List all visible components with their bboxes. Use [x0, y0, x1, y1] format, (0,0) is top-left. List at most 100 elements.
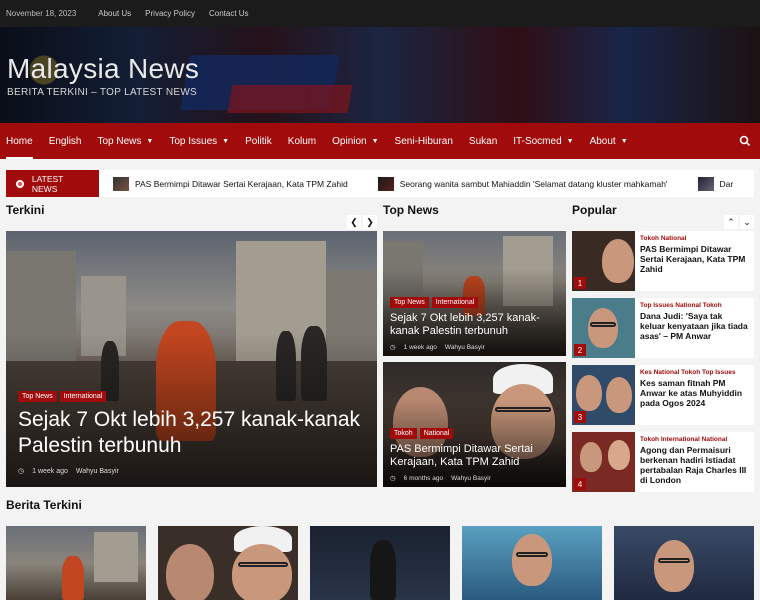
section-title: Top News: [383, 203, 439, 217]
photo-face: [588, 308, 618, 348]
chevron-down-icon[interactable]: ⌄: [740, 215, 754, 229]
nav-item-top-news[interactable]: Top News ▼: [98, 123, 154, 159]
popular-categories[interactable]: Kes National Tokoh Top Issues: [640, 369, 749, 376]
top-news-card[interactable]: Top News International Sejak 7 Okt lebih…: [383, 231, 566, 356]
berita-terkini-row: [6, 526, 760, 600]
post-time: 1 week ago: [32, 467, 68, 475]
berita-card[interactable]: [158, 526, 298, 600]
ticker-label: LATEST NEWS: [6, 170, 99, 197]
nav-item-opinion[interactable]: Opinion ▼: [332, 123, 378, 159]
post-author[interactable]: Wahyu Basyir: [451, 475, 491, 482]
popular-item[interactable]: 3 Kes National Tokoh Top Issues Kes sama…: [572, 365, 754, 425]
card-headline[interactable]: PAS Bermimpi Ditawar Sertai Kerajaan, Ka…: [390, 443, 560, 469]
site-title[interactable]: Malaysia News: [7, 53, 199, 85]
popular-title[interactable]: Agong dan Permaisuri berkenan hadiri Ist…: [640, 445, 749, 485]
photo-face: [232, 544, 292, 600]
berita-card[interactable]: [462, 526, 602, 600]
top-news-section: Top News Top News International Sejak 7 …: [383, 203, 566, 487]
nav-label: Top News: [97, 135, 142, 147]
category-badge[interactable]: Top News: [18, 391, 57, 402]
photo-face: [580, 442, 602, 472]
ticker-thumbnail: [112, 176, 129, 191]
slider-arrows: ⌃ ⌄: [722, 215, 754, 229]
nav-item-about[interactable]: About ▼: [590, 123, 628, 159]
photo-face: [166, 544, 214, 600]
ticker-thumbnail: [697, 176, 714, 191]
nav-label: Seni-Hiburan: [394, 135, 453, 147]
rank-number: 4: [574, 478, 586, 490]
section-title: Terkini: [6, 203, 45, 217]
post-author[interactable]: Wahyu Basyir: [445, 344, 485, 351]
category-badge[interactable]: Top News: [390, 297, 429, 308]
ticker-item-text: Dar: [719, 178, 734, 189]
chevron-up-icon[interactable]: ⌃: [724, 215, 738, 229]
popular-title[interactable]: PAS Bermimpi Ditawar Sertai Kerajaan, Ka…: [640, 244, 749, 274]
nav-label: English: [48, 135, 82, 147]
berita-card[interactable]: [614, 526, 754, 600]
photo-face: [602, 239, 634, 283]
popular-item[interactable]: 2 Top Issues National Tokoh Dana Judi: '…: [572, 298, 754, 358]
top-bar: November 18, 2023 About Us Privacy Polic…: [0, 0, 760, 27]
ticker-item[interactable]: PAS Bermimpi Ditawar Sertai Kerajaan, Ka…: [112, 176, 348, 191]
hero-headline[interactable]: Sejak 7 Okt lebih 3,257 kanak-kanak Pale…: [18, 407, 365, 459]
popular-title[interactable]: Dana Judi: 'Saya tak keluar kenyataan ji…: [640, 311, 749, 341]
nav-item-home[interactable]: Home: [6, 123, 33, 159]
chevron-right-icon[interactable]: ❯: [363, 215, 377, 229]
top-link-privacy[interactable]: Privacy Policy: [145, 9, 195, 18]
nav-label: Home: [6, 135, 33, 147]
card-headline[interactable]: Sejak 7 Okt lebih 3,257 kanak-kanak Pale…: [390, 312, 560, 338]
rank-number: 2: [574, 344, 586, 356]
top-link-about[interactable]: About Us: [98, 9, 131, 18]
current-date: November 18, 2023: [6, 9, 77, 18]
nav-label: Kolum: [287, 135, 317, 147]
nav-item-politik[interactable]: Politik: [245, 123, 272, 159]
popular-item[interactable]: 4 Tokoh International National Agong dan…: [572, 432, 754, 492]
nav-item-it-socmed[interactable]: IT-Socmed ▼: [513, 123, 573, 159]
nav-item-seni-hiburan[interactable]: Seni-Hiburan: [395, 123, 453, 159]
chevron-down-icon: ▼: [146, 137, 154, 145]
photo-building: [94, 532, 138, 582]
nav-label: Politik: [245, 135, 272, 147]
chevron-down-icon: ▼: [371, 137, 379, 145]
popular-thumbnail: 1: [572, 231, 635, 291]
chevron-left-icon[interactable]: ❮: [347, 215, 361, 229]
search-icon[interactable]: [738, 134, 752, 148]
nav-label: About: [589, 135, 616, 147]
hero-article[interactable]: Top News International Sejak 7 Okt lebih…: [6, 231, 377, 487]
top-link-contact[interactable]: Contact Us: [209, 9, 249, 18]
clock-icon: ◷: [390, 475, 396, 482]
photo-person: [62, 556, 84, 600]
photo-face: [606, 377, 632, 413]
category-badge[interactable]: International: [59, 391, 107, 402]
rank-number: 3: [574, 411, 586, 423]
popular-item[interactable]: 1 Tokoh National PAS Bermimpi Ditawar Se…: [572, 231, 754, 291]
top-news-card[interactable]: Tokoh National PAS Bermimpi Ditawar Sert…: [383, 362, 566, 487]
nav-item-english[interactable]: English: [49, 123, 82, 159]
popular-categories[interactable]: Tokoh International National: [640, 436, 749, 443]
berita-card[interactable]: [6, 526, 146, 600]
category-badge[interactable]: International: [431, 297, 479, 308]
category-badge[interactable]: Tokoh: [390, 428, 417, 439]
popular-categories[interactable]: Top Issues National Tokoh: [640, 302, 749, 309]
nav-label: Top Issues: [169, 135, 218, 147]
category-badge[interactable]: National: [419, 428, 454, 439]
nav-item-top-issues[interactable]: Top Issues ▼: [169, 123, 229, 159]
post-time: 1 week ago: [403, 343, 437, 351]
berita-card[interactable]: [310, 526, 450, 600]
ticker-item[interactable]: Dar: [697, 176, 734, 191]
popular-section: Popular ⌃ ⌄ 1 Tokoh National PAS Bermimp…: [572, 203, 754, 492]
popular-categories[interactable]: Tokoh National: [640, 235, 749, 242]
site-tagline: BERITA TERKINI – TOP LATEST NEWS: [7, 87, 198, 98]
nav-label: Sukan: [468, 135, 498, 147]
post-author[interactable]: Wahyu Basyir: [76, 468, 119, 475]
popular-title[interactable]: Kes saman fitnah PM Anwar ke atas Muhyid…: [640, 378, 749, 408]
main-nav: Home English Top News ▼ Top Issues ▼ Polit…: [0, 123, 760, 159]
nav-label: IT-Socmed: [513, 135, 562, 147]
nav-item-kolum[interactable]: Kolum: [288, 123, 316, 159]
nav-item-sukan[interactable]: Sukan: [469, 123, 497, 159]
clock-icon: ◷: [390, 344, 396, 351]
ticker-item[interactable]: Seorang wanita sambut Mahiaddin 'Selamat…: [377, 176, 668, 191]
ticker-label-text: LATEST NEWS: [31, 173, 64, 194]
photo-face: [608, 440, 630, 470]
clock-icon: ◷: [18, 468, 25, 475]
